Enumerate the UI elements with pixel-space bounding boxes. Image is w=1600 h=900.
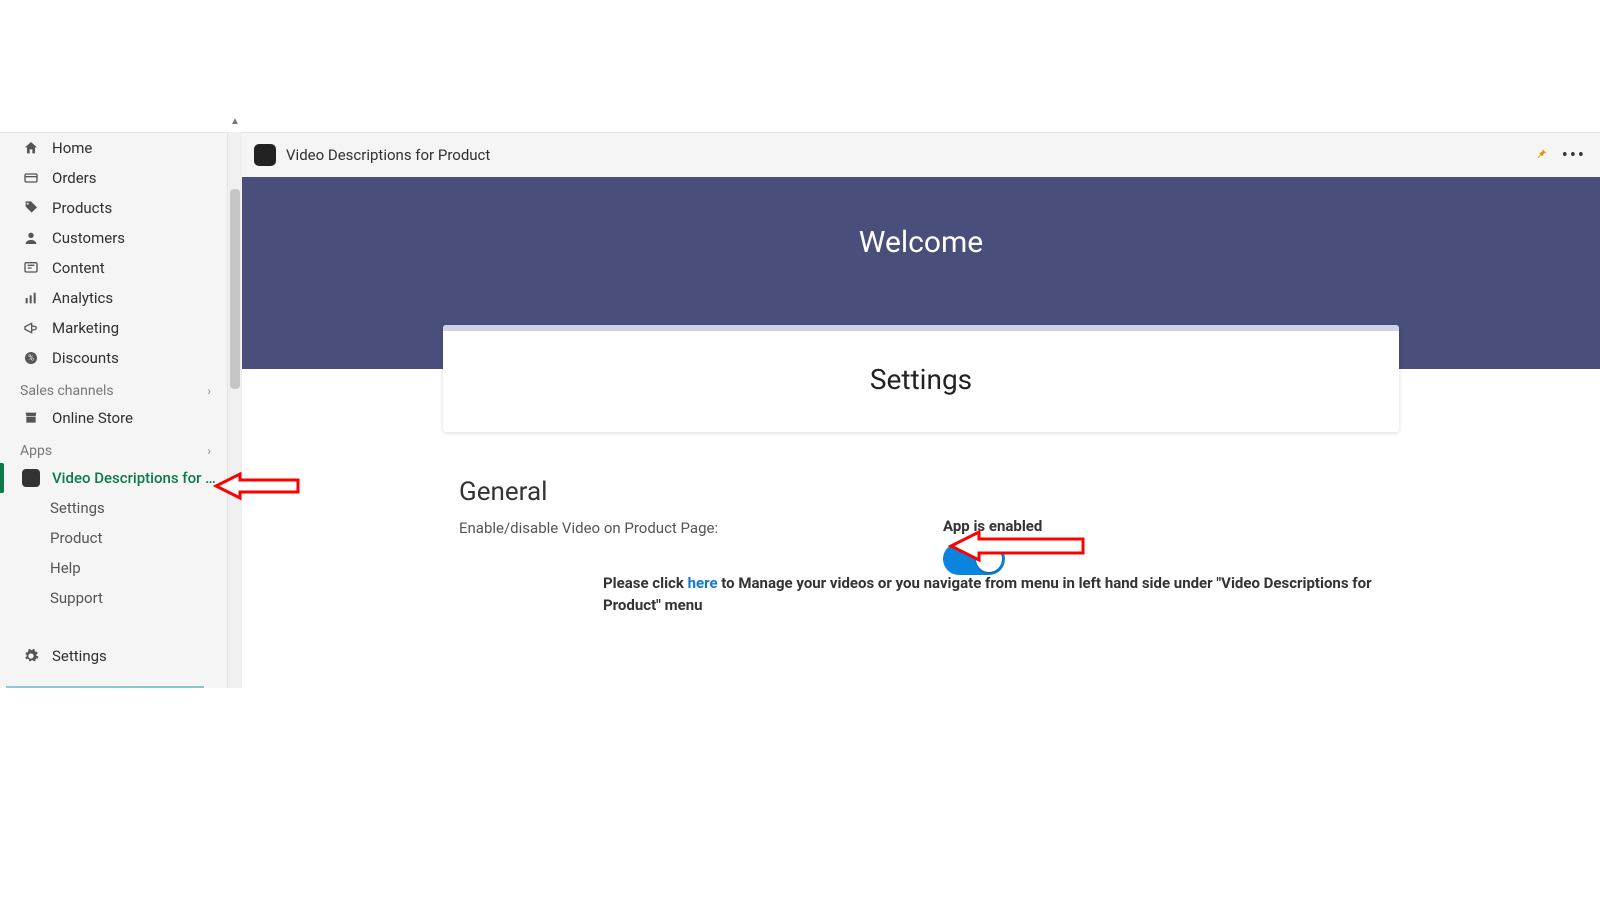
sidebar-item-marketing[interactable]: Marketing: [0, 313, 227, 343]
sidebar-item-label: Support: [50, 589, 217, 607]
general-description: Enable/disable Video on Product Page:: [459, 517, 943, 537]
sidebar-subitem-settings[interactable]: Settings: [0, 493, 227, 523]
section-label: Sales channels: [20, 383, 114, 399]
chevron-right-icon: ›: [207, 444, 211, 458]
general-title: General: [459, 477, 1383, 507]
sidebar-item-label: Analytics: [52, 289, 217, 307]
instruction-text: Please click here to Manage your videos …: [443, 573, 1399, 617]
app-title: Video Descriptions for Product: [286, 146, 490, 164]
sidebar-item-online-store[interactable]: Online Store: [0, 403, 227, 433]
instruction-post: to Manage your videos or you navigate fr…: [603, 574, 1372, 614]
sidebar-item-customers[interactable]: Customers: [0, 223, 227, 253]
app-icon: [22, 469, 40, 487]
person-icon: [22, 229, 40, 247]
sidebar-item-analytics[interactable]: Analytics: [0, 283, 227, 313]
content-icon: [22, 259, 40, 277]
general-section: General Enable/disable Video on Product …: [443, 477, 1399, 575]
scrollbar-thumb[interactable]: [230, 189, 240, 389]
sidebar-item-settings[interactable]: Settings: [0, 641, 227, 671]
sidebar-item-home[interactable]: Home: [0, 133, 227, 163]
sidebar-item-orders[interactable]: Orders: [0, 163, 227, 193]
sidebar-item-label: Marketing: [52, 319, 217, 337]
here-link[interactable]: here: [688, 574, 718, 592]
toggle-knob: [976, 546, 1002, 572]
sidebar-subitem-help[interactable]: Help: [0, 553, 227, 583]
sidebar-item-label: Video Descriptions for ...: [52, 469, 217, 487]
app-topbar: Video Descriptions for Product •••: [242, 132, 1600, 177]
more-icon[interactable]: •••: [1562, 145, 1586, 166]
pin-icon[interactable]: [1534, 146, 1548, 165]
section-label: Apps: [20, 443, 52, 459]
apps-header[interactable]: Apps ›: [0, 433, 227, 463]
sidebar-subitem-product[interactable]: Product: [0, 523, 227, 553]
sidebar-item-label: Home: [52, 139, 217, 157]
sidebar-item-label: Products: [52, 199, 217, 217]
sidebar-item-label: Settings: [52, 647, 217, 665]
discount-icon: %: [22, 349, 40, 367]
home-icon: [22, 139, 40, 157]
app-icon: [254, 144, 276, 166]
main-content: Welcome Settings General Enable/disable …: [242, 177, 1600, 688]
sidebar-item-label: Online Store: [52, 409, 217, 427]
sidebar-item-label: Settings: [50, 499, 217, 517]
orders-icon: [22, 169, 40, 187]
settings-card: Settings: [443, 325, 1399, 432]
sidebar-item-label: Help: [50, 559, 217, 577]
sidebar-item-label: Customers: [52, 229, 217, 247]
sidebar-item-discounts[interactable]: % Discounts: [0, 343, 227, 373]
enabled-label: App is enabled: [943, 517, 1383, 535]
sidebar-item-label: Orders: [52, 169, 217, 187]
sidebar-subitem-support[interactable]: Support: [0, 583, 227, 613]
marketing-icon: [22, 319, 40, 337]
store-icon: [22, 409, 40, 427]
analytics-icon: [22, 289, 40, 307]
sidebar-item-content[interactable]: Content: [0, 253, 227, 283]
chevron-right-icon: ›: [207, 384, 211, 398]
enable-toggle[interactable]: [943, 543, 1005, 575]
scroll-up-icon[interactable]: ▲: [229, 116, 241, 128]
sidebar-item-video-descriptions[interactable]: Video Descriptions for ...: [0, 463, 227, 493]
gear-icon: [22, 647, 40, 665]
card-title: Settings: [443, 331, 1399, 432]
scrollbar[interactable]: ▲: [228, 132, 242, 688]
svg-text:%: %: [28, 354, 34, 363]
sidebar-item-label: Discounts: [52, 349, 217, 367]
sidebar-item-products[interactable]: Products: [0, 193, 227, 223]
sidebar-item-label: Content: [52, 259, 217, 277]
instruction-pre: Please click: [603, 574, 688, 592]
tag-icon: [22, 199, 40, 217]
sidebar-item-label: Product: [50, 529, 217, 547]
sales-channels-header[interactable]: Sales channels ›: [0, 373, 227, 403]
sidebar: Home Orders Products Customers Content A…: [0, 132, 228, 688]
divider: [6, 686, 204, 688]
